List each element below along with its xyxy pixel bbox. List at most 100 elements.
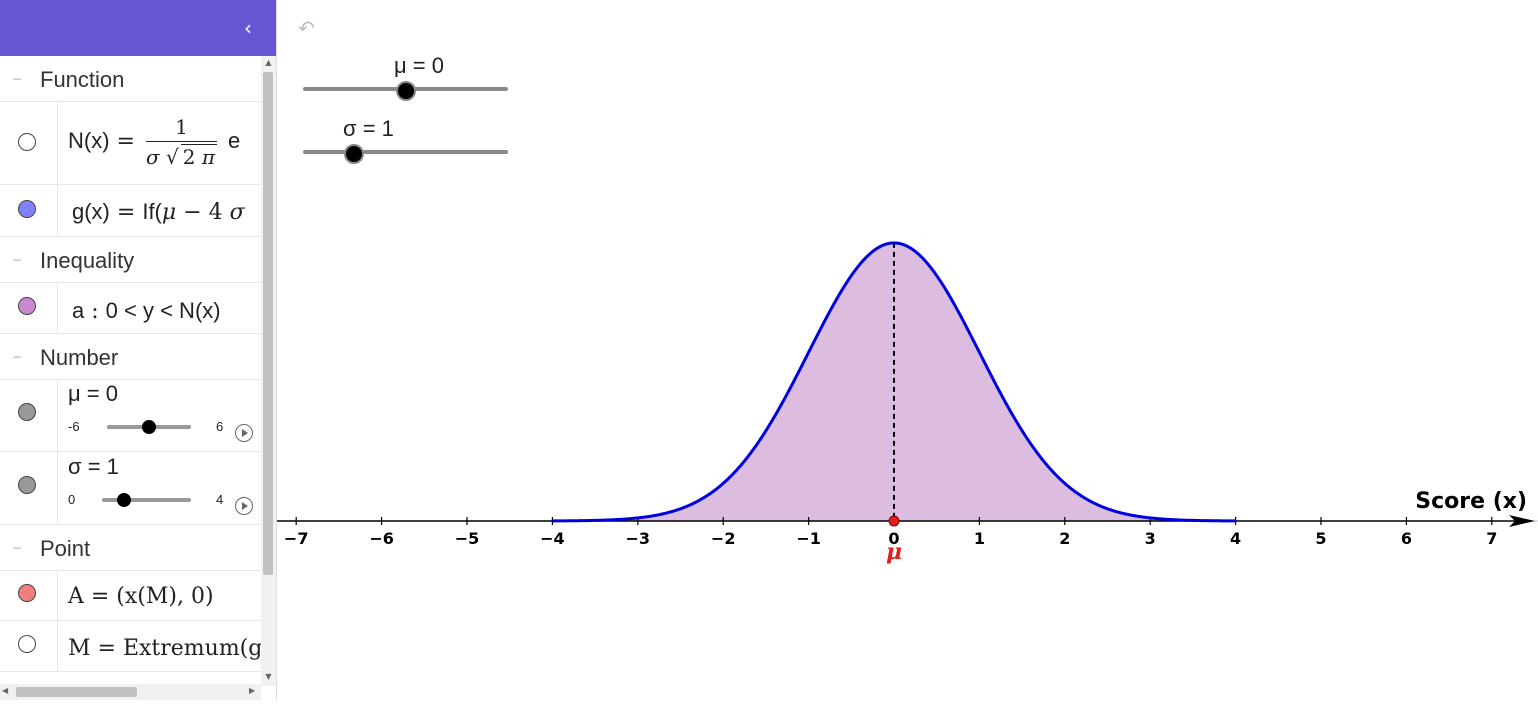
x-axis-label: Score (x) [1415,489,1527,514]
x-tick-label: −2 [711,529,736,548]
inequality-body: 0 < y < N(x) [105,298,221,323]
expression-a[interactable]: a : 0 < y < N(x) [72,298,221,324]
colon: : [91,299,99,324]
algebra-item-A[interactable]: A = (x(M), 0) [0,570,261,621]
expression-A[interactable]: A = (x(M), 0) [68,584,214,609]
marble-cell [0,570,58,620]
numerator: 1 [145,115,217,142]
algebra-item-mu[interactable]: μ = 0 -6 6 [0,379,261,452]
group-label: Number [40,345,119,370]
mu-slider-label[interactable]: μ = 0 [394,53,444,79]
sigma-max: 4 [216,492,224,507]
group-label: Point [40,536,91,561]
graphics-view[interactable]: −7 −6 −5 −4 −3 −2 −1 0 1 2 3 4 5 6 7 Score (x) μ [277,0,1538,700]
two: 2 [182,145,196,169]
algebra-item-N[interactable]: N(x) = 1 σ √ 2 π e [0,101,261,185]
marble-cell [0,101,58,184]
function-name: g(x) [72,199,110,224]
x-tick-label: 1 [974,529,985,548]
visibility-toggle[interactable] [18,476,36,494]
x-tick-label: −5 [455,529,480,548]
visibility-toggle[interactable] [18,200,36,218]
x-tick-label: 3 [1145,529,1156,548]
x-tick-label: 4 [1230,529,1241,548]
group-function: − Function [0,56,261,102]
group-label: Function [40,67,125,92]
sigma-slider-label[interactable]: σ = 1 [343,116,394,142]
mu-label[interactable]: μ = 0 [68,381,118,407]
sigma-symbol: σ [229,200,245,225]
visibility-toggle[interactable] [18,133,36,151]
group-label: Inequality [40,248,135,273]
vertical-scrollbar-thumb[interactable] [263,72,273,575]
chevron-left-icon: ‹ [244,16,252,40]
collapse-group-toggle[interactable]: − [10,73,24,87]
algebra-view: ‹ − Function N(x) = 1 σ √ 2 π e g(x) = If… [0,0,277,700]
inequality-name: a [72,298,85,323]
visibility-toggle[interactable] [18,403,36,421]
group-number: − Number [0,334,261,380]
mu-slider-track[interactable] [303,81,508,101]
equals-sign: = [116,129,135,154]
scroll-up-icon[interactable]: ▲ [261,58,276,70]
exp-base: e [228,128,241,153]
inequality-region[interactable] [277,242,1538,522]
marble-cell [0,452,58,524]
collapse-group-toggle[interactable]: − [10,542,24,556]
expression-g[interactable]: g(x) = If(μ − 4 σ [72,199,245,225]
sqrt-body: 2 π [180,144,217,169]
mu-min: -6 [68,419,80,434]
sigma-slider-track[interactable] [303,144,508,164]
x-tick-label: −4 [540,529,565,548]
x-tick-label: −6 [369,529,394,548]
mu-slider-knob[interactable] [395,81,416,101]
mu-max: 6 [216,419,224,434]
sigma-slider-track[interactable] [102,493,191,507]
equals-sign: = [116,200,136,225]
play-animation-icon[interactable] [235,424,253,442]
x-tick-label: 2 [1059,529,1070,548]
collapse-group-toggle[interactable]: − [10,254,24,268]
scroll-left-icon[interactable]: ◀ [2,686,12,698]
visibility-toggle[interactable] [18,584,36,602]
x-tick-label: −3 [626,529,651,548]
mu-slider-track[interactable] [107,420,191,434]
algebra-item-sigma[interactable]: σ = 1 0 4 [0,452,261,525]
marble-cell [0,621,58,671]
sigma-slider-knob[interactable] [117,493,132,507]
algebra-item-M[interactable]: M = Extremum(g [0,621,261,672]
function-name: N(x) [68,128,110,153]
sigma-min: 0 [68,492,76,507]
x-tick-label: −1 [796,529,821,548]
visibility-toggle[interactable] [18,635,36,653]
minus-sign: − [183,200,202,225]
scroll-down-icon[interactable]: ▼ [261,672,276,684]
algebra-item-g[interactable]: g(x) = If(μ − 4 σ [0,185,261,237]
x-tick-label: 7 [1486,529,1497,548]
fraction: 1 σ √ 2 π [145,115,217,169]
denominator: σ √ 2 π [145,144,217,169]
algebra-header: ‹ [0,0,276,56]
sigma-label[interactable]: σ = 1 [68,454,119,480]
if-command: If( [142,199,162,224]
mu-slider-knob[interactable] [142,420,156,434]
point-A[interactable] [888,515,900,527]
expression-M[interactable]: M = Extremum(g [68,636,261,661]
algebra-item-a[interactable]: a : 0 < y < N(x) [0,282,261,334]
horizontal-scrollbar-thumb[interactable] [16,687,137,697]
x-tick-label: 5 [1315,529,1326,548]
mu-symbol: μ [161,200,177,225]
graph-canvas[interactable]: −7 −6 −5 −4 −3 −2 −1 0 1 2 3 4 5 6 7Score (x)μ [277,0,1538,700]
play-animation-icon[interactable] [235,497,253,515]
group-point: − Point [0,525,261,571]
point-A-label: μ [886,539,902,565]
collapse-group-toggle[interactable]: − [10,351,24,365]
expression-N[interactable]: N(x) = 1 σ √ 2 π e [68,115,240,169]
scroll-right-icon[interactable]: ▶ [249,686,259,698]
visibility-toggle[interactable] [18,297,36,315]
sigma-symbol: σ [145,145,160,169]
marble-cell [0,282,58,333]
group-inequality: − Inequality [0,237,261,283]
undo-icon[interactable]: ↶ [298,16,324,40]
collapse-panel-button[interactable]: ‹ [236,14,260,42]
